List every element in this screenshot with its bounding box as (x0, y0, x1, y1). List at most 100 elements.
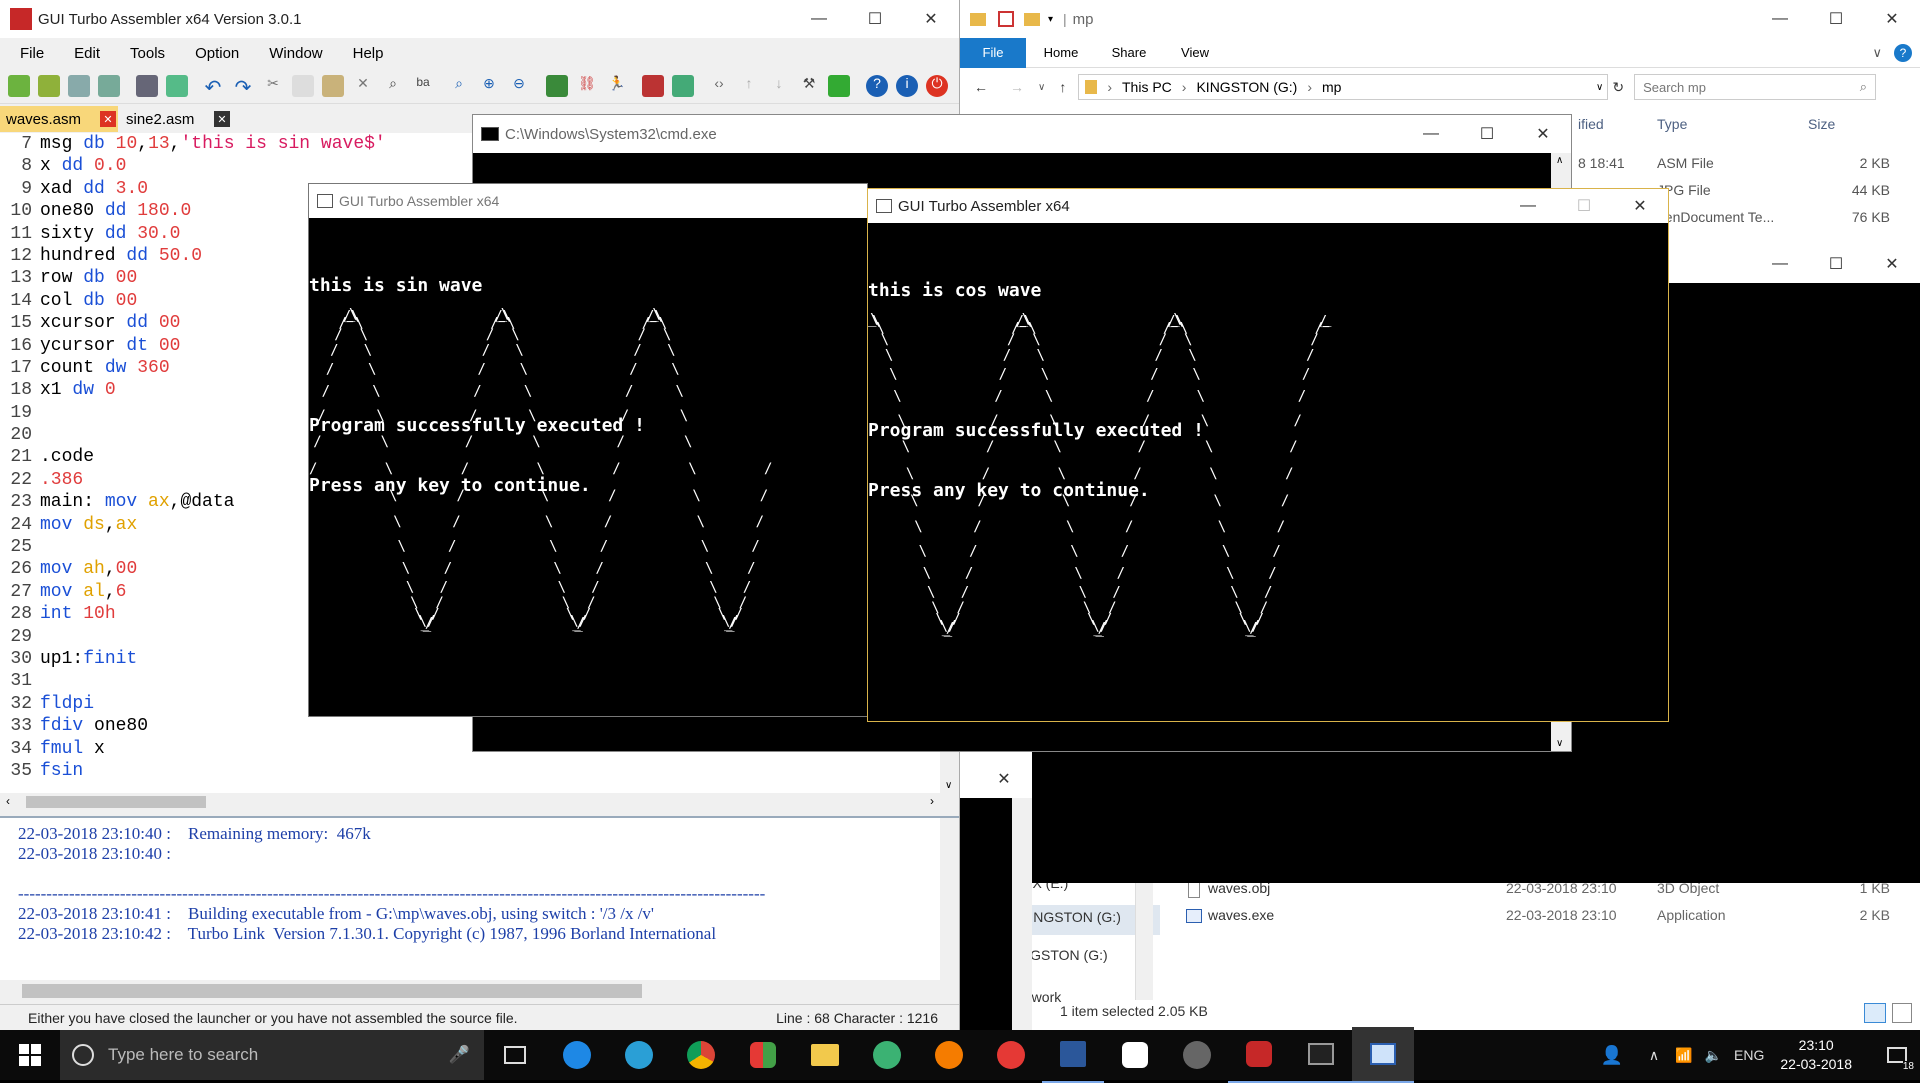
minimize-button[interactable]: — (791, 0, 847, 38)
menu-option[interactable]: Option (195, 45, 239, 62)
address-bar[interactable]: › This PC › KINGSTON (G:) › mp ∨ (1078, 74, 1609, 100)
close-button[interactable]: ✕ (1515, 115, 1571, 153)
quick-access-dropdown-icon[interactable]: ▾ (1048, 14, 1053, 25)
menu-help[interactable]: Help (353, 45, 384, 62)
close-button[interactable]: ✕ (1864, 245, 1920, 283)
maximize-button[interactable]: ☐ (1808, 245, 1864, 283)
minimize-button[interactable]: — (1752, 245, 1808, 283)
tools-icon[interactable]: ⚒ (798, 75, 820, 97)
menu-tools[interactable]: Tools (130, 45, 165, 62)
up-icon[interactable]: ↑ (1059, 79, 1066, 95)
internet-explorer-icon[interactable] (608, 1027, 670, 1083)
replace-icon[interactable]: ba (412, 75, 434, 97)
large-icons-view-icon[interactable] (1892, 1003, 1912, 1023)
maximize-button[interactable]: ☐ (1808, 0, 1864, 38)
word-icon[interactable] (1042, 1027, 1104, 1083)
search-field[interactable]: Search mp ⌕ (1634, 74, 1877, 100)
log-hscrollbar[interactable] (0, 980, 959, 1002)
new-file-icon[interactable] (8, 74, 30, 97)
maximize-button[interactable]: ☐ (847, 0, 903, 38)
close-button[interactable]: ✕ (976, 760, 1032, 798)
open-file-icon[interactable] (38, 74, 60, 97)
cmd-taskbar-icon[interactable] (1290, 1027, 1352, 1083)
gui-assembler-taskbar-icon[interactable] (1228, 1027, 1290, 1083)
export-icon[interactable] (166, 74, 188, 97)
ribbon-tab-view[interactable]: View (1162, 45, 1228, 60)
copy-icon[interactable] (292, 74, 314, 97)
print-icon[interactable] (136, 74, 158, 97)
tray-overflow-icon[interactable]: ∧ (1649, 1047, 1659, 1064)
help-icon[interactable]: ? (1894, 43, 1912, 62)
ribbon-expand-icon[interactable]: ∨ (1872, 45, 1882, 61)
small-console-scrollbar[interactable] (1012, 798, 1032, 1030)
move-down-icon[interactable]: ↓ (768, 75, 790, 97)
details-view-icon[interactable] (1864, 1003, 1886, 1023)
hscroll-thumb[interactable] (26, 796, 206, 808)
chrome-icon[interactable] (670, 1027, 732, 1083)
app-red-m-icon[interactable] (980, 1027, 1042, 1083)
app-globe-icon[interactable] (856, 1027, 918, 1083)
maximize-button[interactable]: ☐ (1556, 189, 1612, 225)
youtube-downloader-icon[interactable] (1104, 1027, 1166, 1083)
info-icon[interactable]: i (896, 74, 918, 97)
delete-icon[interactable]: ✕ (352, 75, 374, 97)
minimize-button[interactable]: — (1752, 0, 1808, 38)
address-dropdown-icon[interactable]: ∨ (1596, 82, 1603, 93)
help-icon[interactable]: ? (866, 74, 888, 97)
ribbon-tab-file[interactable]: File (960, 37, 1026, 68)
paste-icon[interactable] (322, 74, 344, 97)
tab-sine2[interactable]: sine2.asm ✕ (122, 106, 232, 132)
move-up-icon[interactable]: ↑ (738, 75, 760, 97)
ribbon-tab-home[interactable]: Home (1026, 45, 1096, 60)
zoom-out-icon[interactable]: ⊖ (508, 75, 530, 97)
file-explorer-icon[interactable] (794, 1027, 856, 1083)
microphone-icon[interactable]: 🎤 (449, 1045, 470, 1065)
cut-icon[interactable]: ✂ (262, 75, 284, 97)
taskbar-search[interactable]: Type here to search 🎤 (60, 1030, 484, 1080)
find-icon[interactable]: ⌕ (382, 75, 404, 97)
store-icon[interactable] (732, 1027, 794, 1083)
crumb-this-pc[interactable]: This PC (1122, 79, 1172, 95)
crumb-mp[interactable]: mp (1322, 79, 1341, 95)
minimize-button[interactable]: — (1403, 115, 1459, 153)
maximize-button[interactable]: ☐ (1459, 115, 1515, 153)
notification-center-button[interactable]: 18 (1874, 1030, 1920, 1080)
power-icon[interactable]: ⏻ (926, 74, 948, 97)
close-tab-icon[interactable]: ✕ (214, 111, 230, 127)
download-icon[interactable] (828, 74, 850, 97)
refresh-icon[interactable]: ↻ (1612, 79, 1624, 96)
app-orange-icon[interactable] (918, 1027, 980, 1083)
people-icon[interactable]: 👤 (1600, 1045, 1622, 1066)
link-icon[interactable]: ⛓ (576, 75, 598, 97)
menu-file[interactable]: File (20, 45, 44, 62)
language-indicator[interactable]: ENG (1734, 1047, 1764, 1063)
menu-window[interactable]: Window (269, 45, 322, 62)
redo-icon[interactable]: ↷ (232, 75, 254, 99)
ribbon-tab-share[interactable]: Share (1096, 45, 1162, 60)
col-type[interactable]: Type (1657, 116, 1687, 132)
col-modified[interactable]: ified (1578, 116, 1604, 132)
menu-edit[interactable]: Edit (74, 45, 100, 62)
start-button[interactable] (0, 1030, 60, 1080)
edge-icon[interactable] (546, 1027, 608, 1083)
save-icon[interactable] (68, 74, 90, 97)
code-icon[interactable]: ‹› (708, 75, 730, 97)
tab-waves[interactable]: waves.asm ✕ (0, 106, 118, 132)
close-button[interactable]: ✕ (903, 0, 959, 38)
code-line[interactable]: 35 fsin (0, 760, 940, 782)
recent-icon[interactable]: ∨ (1038, 82, 1045, 93)
editor-hscrollbar[interactable]: ‹ › (0, 793, 940, 811)
volume-icon[interactable]: 🔈 (1705, 1047, 1722, 1064)
zoom-in-icon[interactable]: ⊕ (478, 75, 500, 97)
app-circle-icon[interactable] (1166, 1027, 1228, 1083)
save-all-icon[interactable] (98, 74, 120, 97)
new-folder-icon[interactable] (1024, 12, 1040, 26)
undo-icon[interactable]: ↶ (202, 75, 224, 99)
crumb-kingston[interactable]: KINGSTON (G:) (1196, 79, 1297, 95)
assemble-icon[interactable] (546, 74, 568, 97)
minimize-button[interactable]: — (1500, 189, 1556, 225)
debug-step-icon[interactable] (672, 74, 694, 97)
back-icon[interactable]: ← (974, 79, 988, 95)
active-app-taskbar-icon[interactable] (1352, 1027, 1414, 1083)
debug-icon[interactable] (642, 74, 664, 97)
